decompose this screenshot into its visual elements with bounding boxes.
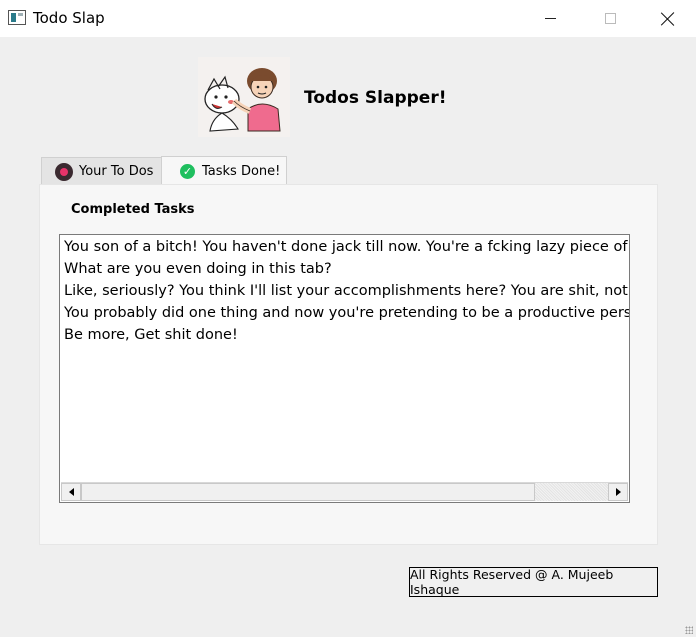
title-bar[interactable]: Todo Slap [0,0,696,37]
resize-grip-icon[interactable] [685,626,693,634]
cartoon-slap-icon [198,57,290,137]
scroll-right-button[interactable] [608,483,628,501]
horizontal-scrollbar[interactable] [61,482,628,501]
text-line: Be more, Get shit done! [64,327,238,343]
text-line: You probably did one thing and now you'r… [64,305,630,321]
tab-label: Your To Dos [79,164,154,179]
minimize-button[interactable] [520,0,580,37]
tab-tasks-done[interactable]: ✓ Tasks Done! [161,156,287,185]
app-icon [8,10,26,25]
close-icon [661,12,675,26]
scroll-left-button[interactable] [61,483,81,501]
app-window: Todo Slap Todos Slapper! Your To Dos ✓ T… [0,0,696,637]
text-line: What are you even doing in this tab? [64,261,332,277]
completed-tasks-textarea[interactable]: You son of a bitch! You haven't done jac… [59,234,630,503]
tab-your-todos[interactable]: Your To Dos [41,157,162,185]
close-button[interactable] [638,0,696,37]
arrow-right-icon [615,488,621,496]
tab-label: Tasks Done! [202,163,281,179]
panel-title: Completed Tasks [71,202,195,217]
record-icon [55,162,73,181]
minimize-icon [544,18,556,19]
arrow-left-icon [68,488,74,496]
maximize-icon [604,13,616,24]
text-line: Like, seriously? You think I'll list you… [64,283,629,299]
window-title: Todo Slap [33,9,105,27]
scrollbar-thumb[interactable] [81,483,535,501]
check-circle-icon: ✓ [180,163,195,179]
app-heading: Todos Slapper! [304,88,447,108]
footer-text: All Rights Reserved @ A. Mujeeb Ishaque [410,567,614,597]
maximize-button[interactable] [580,0,640,37]
footer-credit: All Rights Reserved @ A. Mujeeb Ishaque [409,567,658,597]
text-line: You son of a bitch! You haven't done jac… [64,239,630,255]
